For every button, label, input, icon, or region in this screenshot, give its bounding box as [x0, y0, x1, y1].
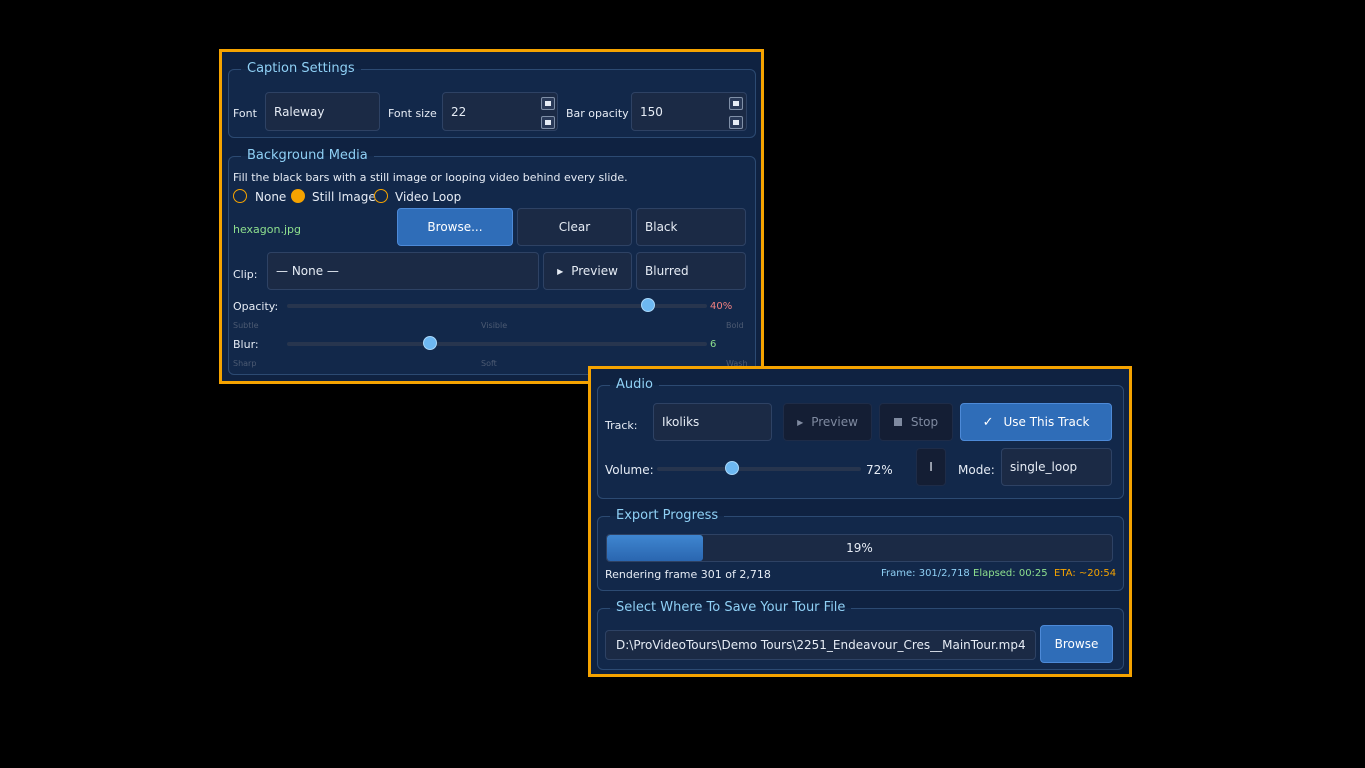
blur-tick-mid: Soft: [481, 359, 497, 368]
mode-label: Mode:: [958, 463, 995, 477]
browse-image-button[interactable]: Browse...: [397, 208, 513, 246]
audio-legend: Audio: [616, 377, 653, 392]
radio-none[interactable]: [233, 189, 247, 203]
fill-mode-select[interactable]: Black: [636, 208, 746, 246]
use-track-button[interactable]: ✓ Use This Track: [960, 403, 1112, 441]
blur-slider-handle[interactable]: [422, 336, 437, 350]
opacity-tick-high: Bold: [726, 321, 744, 330]
elapsed-readout: Elapsed: 00:25: [973, 568, 1048, 579]
audio-export-panel: Audio Track: Ikoliks ▶ Preview Stop ✓ Us…: [588, 366, 1132, 677]
clip-label: Clip:: [233, 268, 258, 281]
selected-file-name: hexagon.jpg: [233, 223, 301, 236]
radio-none-label: None: [255, 190, 287, 204]
background-description: Fill the black bars with a still image o…: [233, 171, 628, 184]
font-select[interactable]: Raleway: [265, 92, 380, 131]
background-media-legend: Background Media: [247, 148, 368, 163]
clip-preview-button[interactable]: ▶ Preview: [543, 252, 632, 290]
caption-background-panel: Caption Settings Font Raleway Font size …: [219, 49, 764, 384]
stop-icon: [893, 418, 902, 426]
track-stop-label: Stop: [910, 415, 939, 429]
radio-still-image[interactable]: [291, 189, 305, 203]
play-icon: ▶: [797, 417, 804, 427]
blur-tick-low: Sharp: [233, 359, 257, 368]
track-label: Track:: [605, 419, 638, 432]
blur-label: Blur:: [233, 338, 259, 351]
browse-save-button[interactable]: Browse: [1040, 625, 1113, 663]
radio-video-loop-label: Video Loop: [395, 190, 462, 204]
opacity-tick-low: Subtle: [233, 321, 259, 330]
font-size-up-icon[interactable]: [541, 97, 555, 110]
font-size-down-icon[interactable]: [541, 116, 555, 129]
volume-label: Volume:: [605, 463, 654, 477]
play-icon: ▶: [557, 266, 564, 276]
clip-select[interactable]: — None —: [267, 252, 539, 290]
clear-image-button[interactable]: Clear: [517, 208, 632, 246]
opacity-label: Opacity:: [233, 300, 279, 313]
font-size-label: Font size: [388, 107, 437, 120]
track-select[interactable]: Ikoliks: [653, 403, 772, 441]
volume-readout: 72%: [866, 463, 893, 477]
blur-mode-select[interactable]: Blurred: [636, 252, 746, 290]
blur-readout: 6: [710, 339, 717, 350]
export-progress-percent: 19%: [846, 541, 873, 555]
save-location-legend: Select Where To Save Your Tour File: [616, 600, 846, 615]
text-cursor-button[interactable]: I: [916, 448, 946, 486]
save-path-input[interactable]: D:\ProVideoTours\Demo Tours\2251_Endeavo…: [605, 630, 1036, 660]
radio-video-loop[interactable]: [374, 189, 388, 203]
track-stop-button[interactable]: Stop: [879, 403, 953, 441]
caption-settings-legend: Caption Settings: [247, 61, 355, 76]
blur-slider-track[interactable]: [287, 342, 707, 346]
bar-opacity-down-icon[interactable]: [729, 116, 743, 129]
use-track-label: Use This Track: [1003, 415, 1090, 429]
bar-opacity-up-icon[interactable]: [729, 97, 743, 110]
volume-slider-track[interactable]: [657, 467, 861, 471]
render-status: Rendering frame 301 of 2,718: [605, 568, 771, 581]
track-preview-button[interactable]: ▶ Preview: [783, 403, 872, 441]
mode-select[interactable]: single_loop: [1001, 448, 1112, 486]
eta-readout: ETA: ~20:54: [1054, 568, 1117, 579]
frame-readout: Frame: 301/2,718: [881, 568, 970, 579]
check-icon: ✓: [982, 414, 994, 430]
radio-still-image-label: Still Image: [312, 190, 376, 204]
track-preview-label: Preview: [811, 415, 858, 429]
opacity-tick-mid: Visible: [481, 321, 508, 330]
bar-opacity-label: Bar opacity: [566, 107, 629, 120]
clip-preview-label: Preview: [571, 264, 618, 278]
export-progress-bar: 19%: [606, 534, 1113, 562]
export-progress-legend: Export Progress: [616, 508, 719, 523]
font-label: Font: [233, 107, 257, 120]
opacity-readout: 40%: [710, 301, 733, 312]
